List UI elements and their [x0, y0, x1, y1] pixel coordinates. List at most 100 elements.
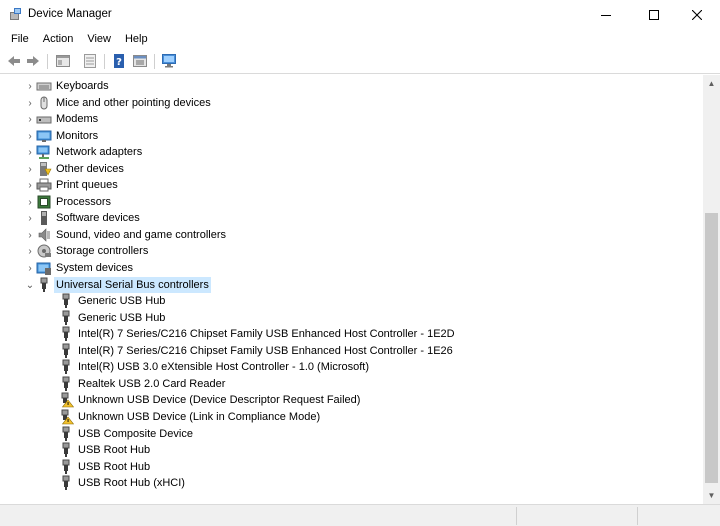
tree-category-print-queues[interactable]: › Print queues [24, 177, 118, 193]
speaker-icon [38, 228, 50, 242]
menu-action[interactable]: Action [36, 29, 81, 49]
tree-label: Intel(R) 7 Series/C216 Chipset Family US… [78, 328, 455, 340]
monitor-icon [36, 130, 52, 142]
status-divider [516, 507, 517, 525]
software-device-icon [41, 211, 47, 225]
system-device-icon [36, 262, 51, 275]
tree-category-storage-controllers[interactable]: › Storage controllers [24, 243, 148, 259]
svg-text:?: ? [116, 57, 122, 68]
chevron-right-icon[interactable]: › [24, 144, 36, 160]
scroll-up-arrow-icon[interactable]: ▲ [703, 75, 720, 92]
vertical-scrollbar[interactable]: ▲ ▼ [703, 75, 720, 504]
tree-label: Software devices [56, 212, 140, 224]
tree-label: Keyboards [56, 80, 109, 92]
help-icon[interactable]: ? [111, 53, 127, 69]
tree-label: Mice and other pointing devices [56, 97, 211, 109]
tree-category-software-devices[interactable]: › Software devices [24, 210, 140, 226]
close-icon [692, 9, 702, 20]
usb-icon [62, 475, 70, 490]
close-button[interactable] [674, 0, 720, 29]
tree-label: Intel(R) USB 3.0 eXtensible Host Control… [78, 361, 369, 373]
chevron-right-icon[interactable]: › [24, 210, 36, 226]
tree-label: USB Root Hub [78, 461, 151, 473]
tree-device-item[interactable]: Intel(R) 7 Series/C216 Chipset Family US… [58, 326, 455, 342]
chevron-down-icon[interactable]: ⌄ [24, 277, 36, 293]
tree-label: USB Root Hub [78, 444, 151, 456]
chevron-right-icon[interactable]: › [24, 95, 36, 111]
tree-device-item[interactable]: Realtek USB 2.0 Card Reader [58, 376, 225, 392]
device-manager-window: Device Manager File Action View Help ? ›… [0, 0, 720, 526]
chevron-right-icon[interactable]: › [24, 243, 36, 259]
tree-device-item[interactable]: Generic USB Hub [58, 310, 165, 326]
tree-category-sound[interactable]: › Sound, video and game controllers [24, 227, 226, 243]
forward-icon[interactable] [25, 53, 41, 69]
usb-icon [62, 442, 70, 457]
minimize-button[interactable] [583, 0, 629, 29]
chevron-right-icon[interactable]: › [24, 161, 36, 177]
chevron-right-icon[interactable]: › [24, 194, 36, 210]
update-driver-icon[interactable] [132, 53, 148, 69]
tree-label: Monitors [56, 130, 99, 142]
other-device-icon [40, 162, 52, 176]
tree-label: Modems [56, 113, 99, 125]
tree-label: Unknown USB Device (Link in Compliance M… [78, 411, 321, 423]
tree-label: Unknown USB Device (Device Descriptor Re… [78, 394, 361, 406]
tree-category-network-adapters[interactable]: › Network adapters [24, 144, 142, 160]
tree-label: USB Composite Device [78, 428, 193, 440]
mouse-icon [40, 96, 48, 110]
tree-label: USB Root Hub (xHCI) [78, 477, 185, 489]
keyboard-icon [36, 82, 52, 91]
menu-view[interactable]: View [80, 29, 118, 49]
tree-category-system-devices[interactable]: › System devices [24, 260, 133, 276]
tree-category-processors[interactable]: › Processors [24, 194, 111, 210]
tree-device-item[interactable]: Intel(R) USB 3.0 eXtensible Host Control… [58, 359, 369, 375]
scroll-down-arrow-icon[interactable]: ▼ [703, 487, 720, 504]
scrollbar-thumb[interactable] [705, 213, 718, 483]
storage-controller-icon [37, 244, 51, 258]
tree-category-other-devices[interactable]: › Other devices [24, 161, 124, 177]
tree-label: Storage controllers [56, 245, 149, 257]
tree-device-item[interactable]: USB Root Hub [58, 442, 150, 458]
scan-hardware-icon[interactable] [161, 53, 177, 69]
chevron-right-icon[interactable]: › [24, 111, 36, 127]
chevron-right-icon[interactable]: › [24, 128, 36, 144]
tree-label: System devices [56, 262, 134, 274]
tree-label: Network adapters [56, 146, 143, 158]
show-hidden-icon[interactable] [82, 53, 98, 69]
tree-device-item[interactable]: USB Root Hub [58, 459, 150, 475]
tree-device-item[interactable]: USB Root Hub (xHCI) [58, 475, 185, 491]
toolbar-separator [104, 54, 105, 69]
chevron-right-icon[interactable]: › [24, 227, 36, 243]
tree-label: Processors [56, 196, 112, 208]
usb-icon [62, 310, 70, 325]
properties-view-icon[interactable] [55, 53, 71, 69]
device-tree: › Keyboards › Mice and other pointing de… [0, 75, 703, 504]
usb-icon [40, 277, 48, 292]
menu-file[interactable]: File [4, 29, 36, 49]
network-adapter-icon [36, 145, 50, 159]
tree-label: Generic USB Hub [78, 312, 166, 324]
tree-device-item[interactable]: Generic USB Hub [58, 293, 165, 309]
tree-device-item[interactable]: Intel(R) 7 Series/C216 Chipset Family US… [58, 343, 453, 359]
usb-icon [62, 376, 70, 391]
status-divider [637, 507, 638, 525]
toolbar-separator [154, 54, 155, 69]
tree-device-item[interactable]: Unknown USB Device (Link in Compliance M… [58, 409, 320, 425]
menu-help[interactable]: Help [118, 29, 155, 49]
tree-device-item[interactable]: Unknown USB Device (Device Descriptor Re… [58, 392, 360, 408]
tree-category-keyboards[interactable]: › Keyboards [24, 78, 109, 94]
maximize-button[interactable] [631, 0, 677, 29]
tree-category-modems[interactable]: › Modems [24, 111, 98, 127]
device-manager-app-icon [10, 8, 21, 20]
back-icon[interactable] [6, 53, 22, 69]
tree-category-mice[interactable]: › Mice and other pointing devices [24, 95, 211, 111]
tree-device-item[interactable]: USB Composite Device [58, 426, 193, 442]
chevron-right-icon[interactable]: › [24, 260, 36, 276]
processor-icon [37, 195, 51, 209]
tree-category-usb-controllers[interactable]: ⌄ Universal Serial Bus controllers [24, 277, 211, 293]
chevron-right-icon[interactable]: › [24, 177, 36, 193]
tree-category-monitors[interactable]: › Monitors [24, 128, 98, 144]
printer-icon [36, 178, 52, 192]
window-title: Device Manager [28, 8, 112, 20]
chevron-right-icon[interactable]: › [24, 78, 36, 94]
